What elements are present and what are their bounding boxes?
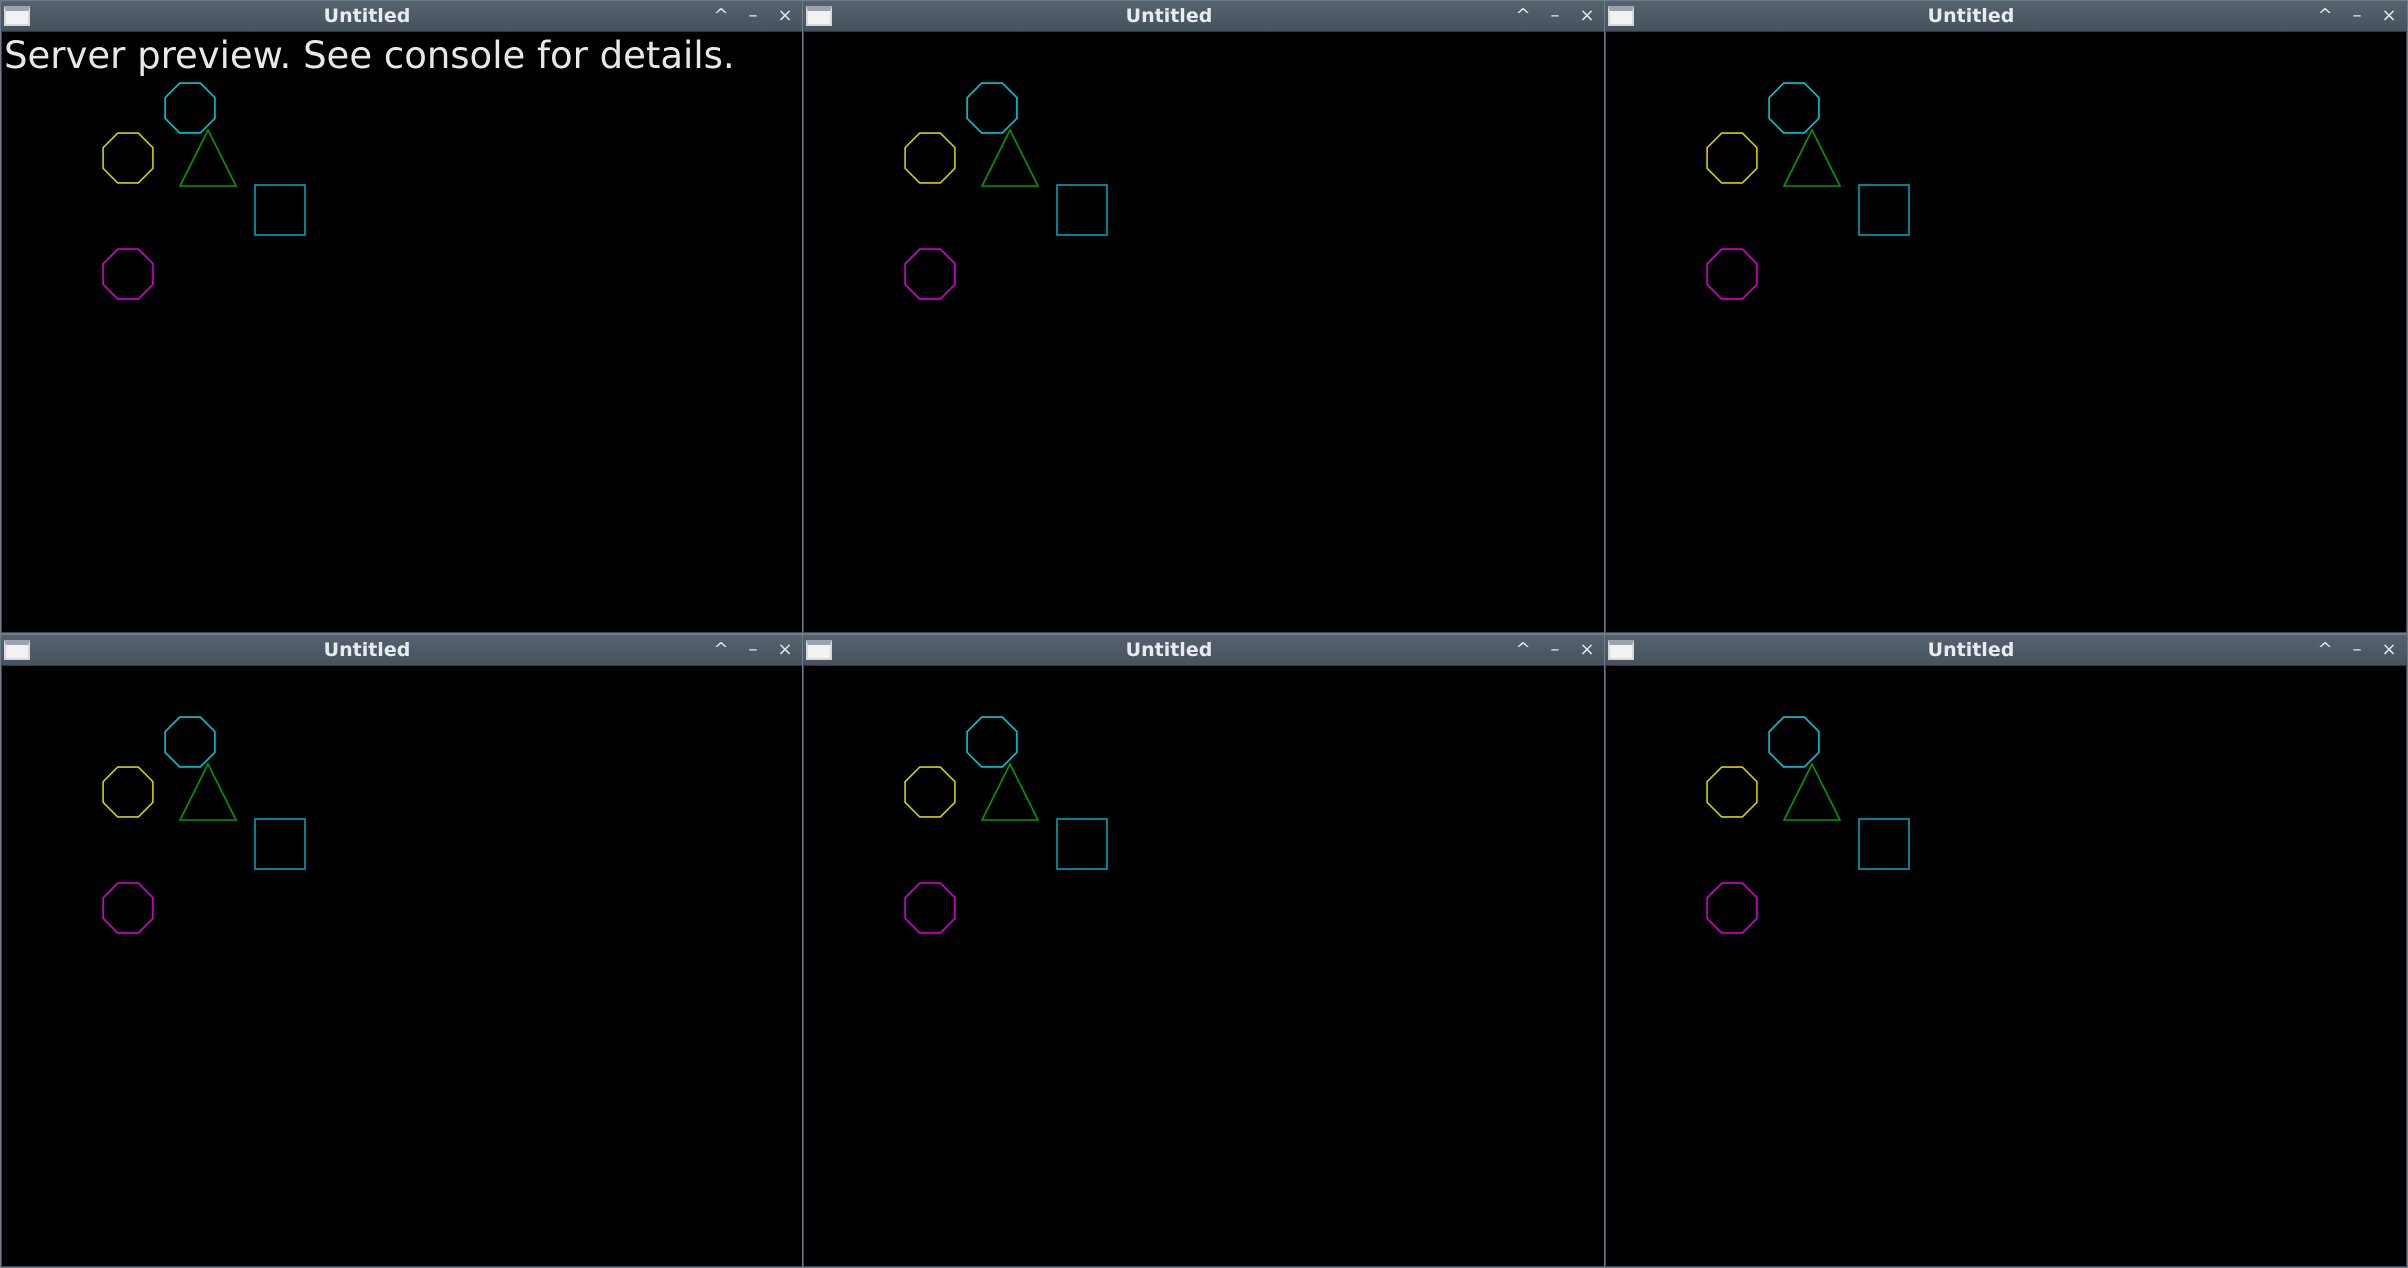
- canvas[interactable]: [804, 666, 1604, 1266]
- magenta-octagon-shape: [904, 248, 956, 300]
- minimize-icon[interactable]: –: [2345, 5, 2369, 27]
- close-icon[interactable]: ×: [1575, 5, 1599, 27]
- green-triangle-shape: [178, 762, 238, 821]
- minimize-icon[interactable]: –: [741, 5, 765, 27]
- cyan-octagon-shape: [1768, 716, 1820, 768]
- magenta-octagon-shape: [1706, 248, 1758, 300]
- title-bar[interactable]: Untitled ^ – ×: [1605, 1, 2407, 32]
- window-icon[interactable]: [806, 640, 832, 660]
- server-preview-message: Server preview. See console for details.: [4, 34, 735, 77]
- canvas[interactable]: [1606, 666, 2406, 1266]
- window-icon[interactable]: [806, 6, 832, 26]
- close-icon[interactable]: ×: [2377, 639, 2401, 661]
- green-triangle-shape: [1782, 128, 1842, 187]
- window-4[interactable]: Untitled ^ – ×: [0, 634, 804, 1268]
- window-icon[interactable]: [1608, 6, 1634, 26]
- teal-square-shape: [1056, 184, 1108, 236]
- green-triangle-shape: [178, 128, 238, 187]
- minimize-icon[interactable]: –: [1543, 5, 1567, 27]
- title-bar[interactable]: Untitled ^ – ×: [803, 1, 1605, 32]
- maximize-icon[interactable]: ^: [709, 639, 733, 661]
- window-icon[interactable]: [4, 6, 30, 26]
- shapes-layer: [1706, 82, 1910, 300]
- teal-square-shape: [1056, 818, 1108, 870]
- teal-square-shape: [1858, 818, 1910, 870]
- window-5[interactable]: Untitled ^ – ×: [802, 634, 1606, 1268]
- minimize-icon[interactable]: –: [2345, 639, 2369, 661]
- cyan-octagon-shape: [966, 716, 1018, 768]
- shapes-layer: [904, 716, 1108, 934]
- window-1[interactable]: Untitled ^ – × Server preview. See conso…: [0, 0, 804, 634]
- cyan-octagon-shape: [1768, 82, 1820, 134]
- canvas[interactable]: [1606, 32, 2406, 632]
- cyan-octagon-shape: [164, 82, 216, 134]
- minimize-icon[interactable]: –: [741, 639, 765, 661]
- magenta-octagon-shape: [904, 882, 956, 934]
- window-3[interactable]: Untitled ^ – ×: [1604, 0, 2408, 634]
- close-icon[interactable]: ×: [1575, 639, 1599, 661]
- teal-square-shape: [254, 184, 306, 236]
- window-2[interactable]: Untitled ^ – ×: [802, 0, 1606, 634]
- shapes-layer: [1706, 716, 1910, 934]
- teal-square-shape: [254, 818, 306, 870]
- close-icon[interactable]: ×: [773, 639, 797, 661]
- window-title: Untitled: [1927, 639, 2015, 661]
- maximize-icon[interactable]: ^: [709, 5, 733, 27]
- yellow-octagon-shape: [102, 132, 154, 184]
- canvas[interactable]: [2, 666, 802, 1266]
- shapes-layer: [904, 82, 1108, 300]
- window-icon[interactable]: [1608, 640, 1634, 660]
- title-bar[interactable]: Untitled ^ – ×: [1, 635, 803, 666]
- magenta-octagon-shape: [102, 882, 154, 934]
- window-icon[interactable]: [4, 640, 30, 660]
- desktop: Untitled ^ – × Server preview. See conso…: [0, 0, 2408, 1268]
- canvas[interactable]: Server preview. See console for details.: [2, 32, 802, 632]
- teal-square-shape: [1858, 184, 1910, 236]
- maximize-icon[interactable]: ^: [2313, 639, 2337, 661]
- green-triangle-shape: [980, 762, 1040, 821]
- title-bar[interactable]: Untitled ^ – ×: [1605, 635, 2407, 666]
- maximize-icon[interactable]: ^: [2313, 5, 2337, 27]
- title-bar[interactable]: Untitled ^ – ×: [1, 1, 803, 32]
- window-title: Untitled: [1125, 639, 1213, 661]
- title-bar[interactable]: Untitled ^ – ×: [803, 635, 1605, 666]
- magenta-octagon-shape: [102, 248, 154, 300]
- cyan-octagon-shape: [164, 716, 216, 768]
- yellow-octagon-shape: [1706, 766, 1758, 818]
- canvas[interactable]: [804, 32, 1604, 632]
- minimize-icon[interactable]: –: [1543, 639, 1567, 661]
- yellow-octagon-shape: [102, 766, 154, 818]
- maximize-icon[interactable]: ^: [1511, 639, 1535, 661]
- cyan-octagon-shape: [966, 82, 1018, 134]
- green-triangle-shape: [1782, 762, 1842, 821]
- window-6[interactable]: Untitled ^ – ×: [1604, 634, 2408, 1268]
- shapes-layer: [102, 82, 306, 300]
- window-title: Untitled: [323, 639, 411, 661]
- magenta-octagon-shape: [1706, 882, 1758, 934]
- maximize-icon[interactable]: ^: [1511, 5, 1535, 27]
- yellow-octagon-shape: [904, 766, 956, 818]
- yellow-octagon-shape: [1706, 132, 1758, 184]
- green-triangle-shape: [980, 128, 1040, 187]
- shapes-layer: [102, 716, 306, 934]
- window-title: Untitled: [323, 5, 411, 27]
- window-title: Untitled: [1125, 5, 1213, 27]
- close-icon[interactable]: ×: [2377, 5, 2401, 27]
- close-icon[interactable]: ×: [773, 5, 797, 27]
- window-title: Untitled: [1927, 5, 2015, 27]
- yellow-octagon-shape: [904, 132, 956, 184]
